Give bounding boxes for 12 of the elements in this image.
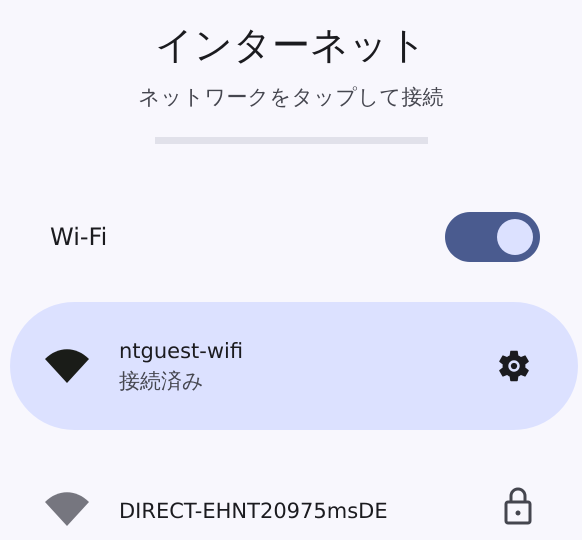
network-name: ntguest-wifi xyxy=(119,338,244,365)
wifi-toggle[interactable] xyxy=(445,212,540,262)
page-subtitle: ネットワークをタップして接続 xyxy=(138,84,444,111)
network-item[interactable]: DIRECT-EHNT20975msDE xyxy=(10,430,578,526)
wifi-signal-icon xyxy=(45,349,89,383)
wifi-label: Wi-Fi xyxy=(50,223,108,251)
page-title: インターネット xyxy=(155,22,427,69)
network-status: 接続済み xyxy=(119,368,205,395)
wifi-signal-icon xyxy=(45,492,89,526)
network-item[interactable]: ntguest-wifi 接続済み xyxy=(10,302,578,430)
lock-icon xyxy=(503,486,533,526)
network-name: DIRECT-EHNT20975msDE xyxy=(119,498,389,525)
